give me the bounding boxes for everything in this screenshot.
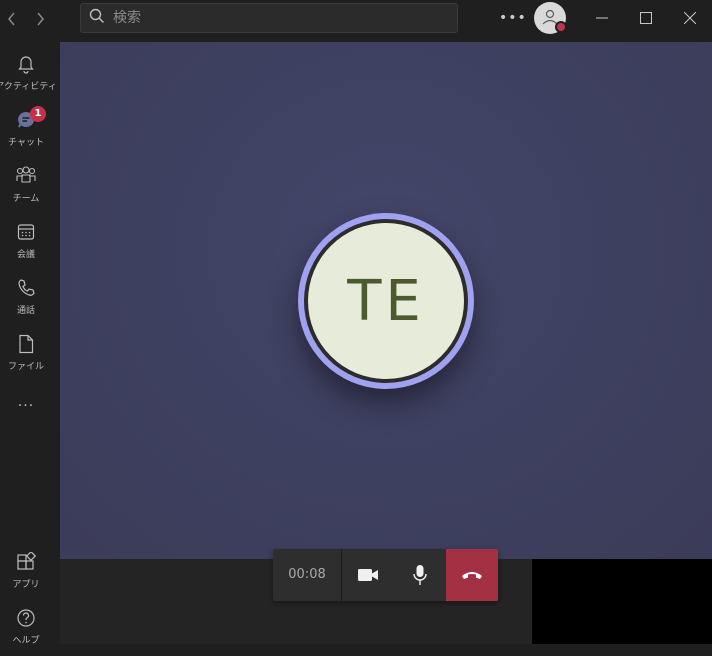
rail-item-label: ファイル [7,362,44,372]
search-box[interactable] [80,3,458,33]
rail-item-label: チャット [8,138,44,148]
rail-item-label: アクティビティ [0,82,57,92]
rail-more-apps-button[interactable]: ... [0,394,52,418]
rail-item-label: アプリ [12,580,40,590]
maximize-icon [640,12,652,24]
title-bar: ••• [0,0,712,42]
close-icon [684,12,696,24]
rail-item-activity[interactable]: アクティビティ [0,52,57,102]
teams-icon [14,164,38,188]
chat-unread-badge: 1 [30,106,46,122]
rail-item-label: チーム [12,194,40,204]
help-icon [14,606,38,630]
call-timer: 00:08 [288,567,326,582]
search-input[interactable] [111,9,435,27]
mic-toggle-button[interactable] [394,549,446,601]
rail-item-label: 会議 [16,250,35,260]
camera-toggle-button[interactable] [342,549,394,601]
rail-item-chat[interactable]: 1 チャット [0,106,52,158]
hang-up-button[interactable] [446,549,498,601]
bell-icon [14,52,38,76]
caller-avatar: TE [298,213,474,389]
more-icon: ... [17,394,35,410]
hang-up-phone-icon [462,572,482,579]
microphone-icon [413,565,427,585]
more-options-icon[interactable]: ••• [499,8,526,28]
rail-item-label: ヘルプ [12,636,40,646]
self-video-area [532,559,712,644]
maximize-button[interactable] [633,6,659,30]
rail-item-calls[interactable]: 通話 [0,276,52,326]
rail-item-help[interactable]: ヘルプ [0,606,52,656]
rail-item-teams[interactable]: チーム [0,164,52,214]
phone-icon [14,276,38,300]
rail-item-meetings[interactable]: 会議 [0,220,52,270]
calendar-icon [14,220,38,244]
call-stage: TE [60,42,712,559]
rail-item-files[interactable]: ファイル [0,332,52,382]
app-rail: アクティビティ 1 チャット チーム 会議 通話 ファイル ... アプリ ヘル… [0,42,60,646]
close-button[interactable] [677,6,703,30]
search-icon [89,8,105,28]
file-icon [14,332,38,356]
back-arrow-icon[interactable] [2,9,22,29]
apps-icon [14,550,38,574]
rail-item-label: 通話 [16,306,35,316]
caller-initials: TE [347,268,425,334]
video-camera-icon [358,569,378,581]
presence-status-icon [555,21,567,33]
rail-item-apps[interactable]: アプリ [0,550,52,600]
forward-arrow-icon[interactable] [30,9,50,29]
minimize-button[interactable] [589,6,615,30]
call-controls: 00:08 [273,549,498,601]
minimize-icon [596,17,608,19]
